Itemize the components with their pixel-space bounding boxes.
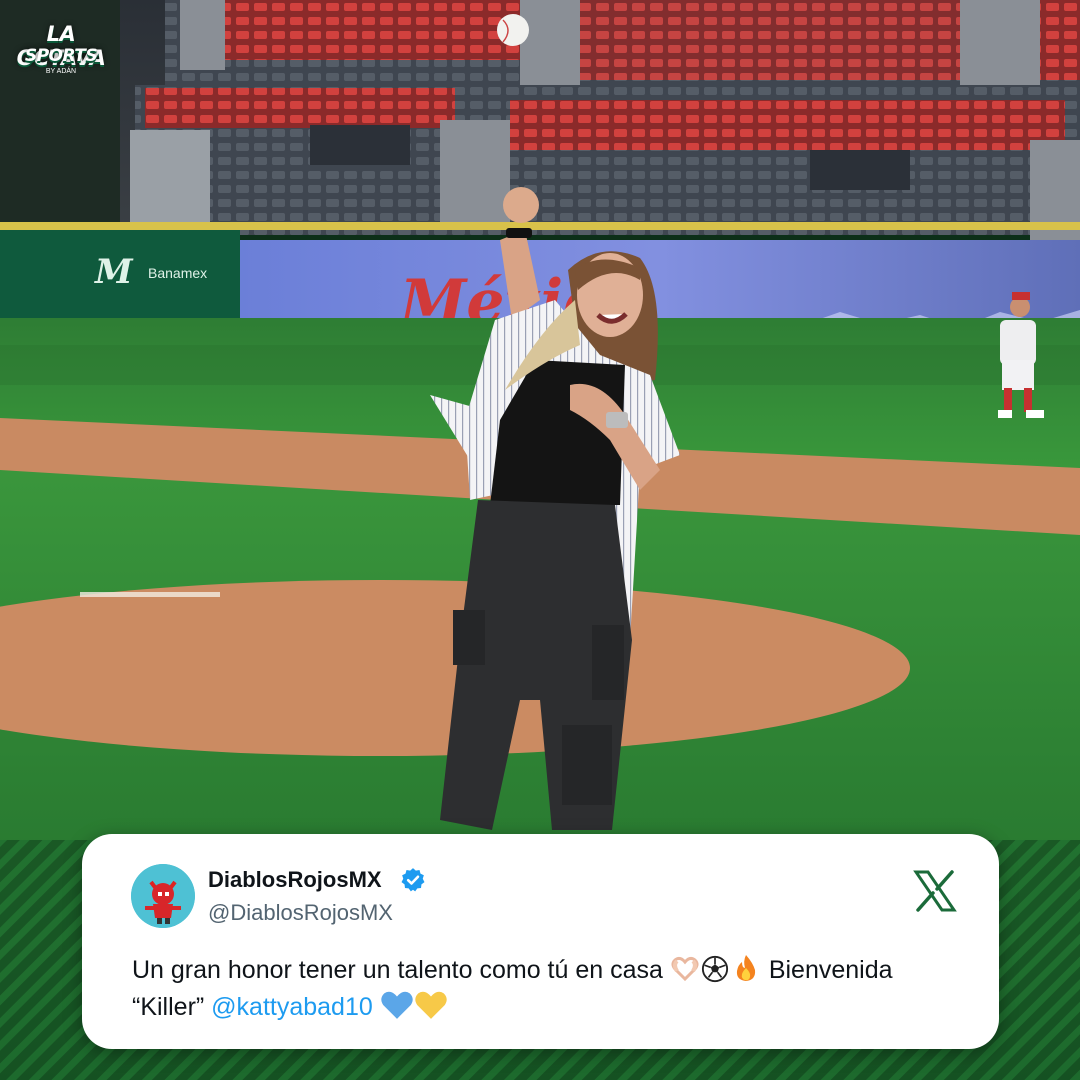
verified-badge-icon bbox=[401, 868, 425, 892]
blue-heart-icon bbox=[381, 991, 413, 1019]
tweet-text-part1: Un gran honor tener un talento como tú e… bbox=[132, 956, 663, 984]
logo-small-text: BY ADÁN bbox=[45, 68, 77, 75]
la-octava-sports-logo: LA OCTAVA SPORTS BY ADÁN bbox=[10, 8, 112, 84]
svg-text:M: M bbox=[94, 252, 134, 292]
mention-link[interactable]: @kattyabad10 bbox=[211, 993, 373, 1021]
soccer-ball-icon bbox=[701, 955, 728, 983]
fire-icon bbox=[736, 955, 755, 981]
red-devil-mascot-icon bbox=[131, 864, 195, 928]
tweet-text-part3: “Killer” bbox=[132, 993, 205, 1021]
logo-line2: SPORTS bbox=[24, 46, 98, 66]
tweet-text-part2: Bienvenida bbox=[768, 956, 893, 984]
x-icon bbox=[913, 870, 957, 912]
svg-text:Banamex: Banamex bbox=[148, 265, 207, 281]
heart-hands-icon bbox=[671, 956, 699, 982]
tweet-text: Un gran honor tener un talento como tú e… bbox=[132, 952, 982, 1026]
display-name: DiablosRojosMX bbox=[208, 867, 382, 892]
tweet-card: DiablosRojosMX @DiablosRojosMX Un gran h… bbox=[82, 834, 999, 1049]
baseball bbox=[497, 14, 529, 46]
yellow-heart-icon bbox=[415, 991, 447, 1019]
user-handle: @DiablosRojosMX bbox=[208, 900, 393, 925]
